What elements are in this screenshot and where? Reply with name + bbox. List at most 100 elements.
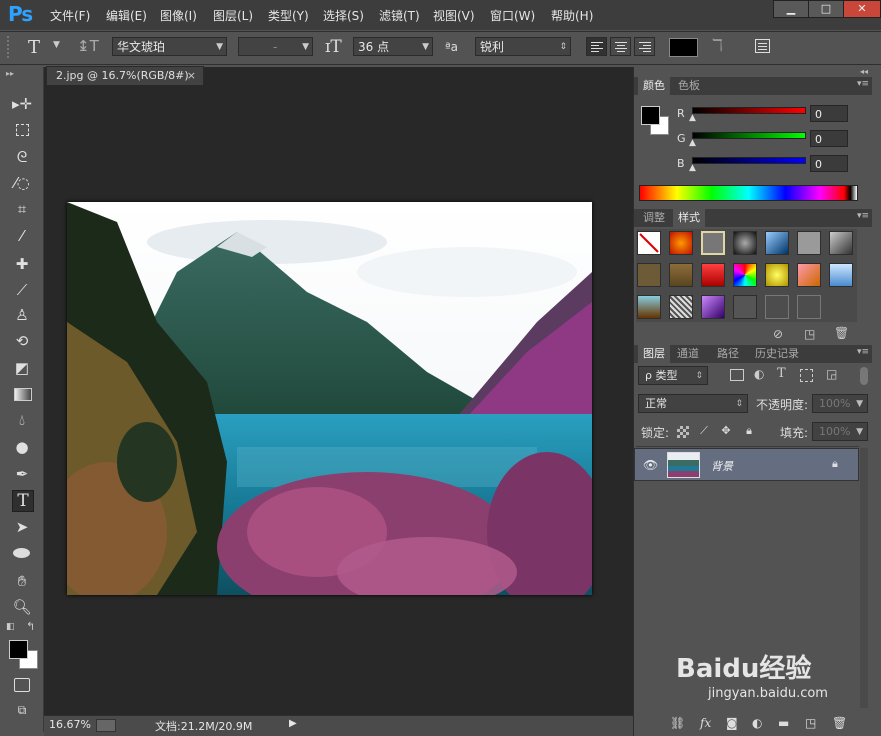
options-grip[interactable]	[7, 36, 13, 58]
dodge-tool-icon[interactable]: ●	[12, 437, 32, 457]
lock-pixels-icon[interactable]: ⟋	[698, 425, 710, 437]
menu-window[interactable]: 窗口(W)	[490, 7, 535, 24]
filter-smart-object-icon[interactable]: ◲	[826, 367, 837, 381]
style-swatch[interactable]	[797, 263, 821, 287]
style-swatch[interactable]	[829, 263, 853, 287]
style-swatch[interactable]	[637, 263, 661, 287]
menu-type[interactable]: 类型(Y)	[268, 7, 309, 24]
menu-select[interactable]: 选择(S)	[323, 7, 364, 24]
lock-position-icon[interactable]: ✥	[720, 425, 732, 437]
align-left-button[interactable]	[586, 37, 607, 56]
filter-adjustment-icon[interactable]: ◐	[754, 367, 764, 381]
gradient-tool-icon[interactable]	[12, 384, 32, 404]
type-tool-preset-icon[interactable]: T	[28, 37, 40, 58]
marquee-tool-icon[interactable]	[12, 120, 32, 140]
pen-tool-icon[interactable]: ✒︎	[12, 464, 32, 484]
quick-select-tool-icon[interactable]: ⁄◌	[12, 173, 32, 193]
toolbox-collapse-icon[interactable]: ▸▸	[6, 69, 14, 78]
channel-b-value[interactable]: 0	[810, 155, 848, 172]
channel-r-slider[interactable]	[692, 107, 806, 114]
layer-row-background[interactable]: 👁︎ 背景 🔒︎	[634, 448, 859, 481]
clone-stamp-tool-icon[interactable]: ♙	[12, 305, 32, 325]
style-swatch[interactable]	[733, 263, 757, 287]
layer-filter-select[interactable]: ρ 类型 ⇕	[638, 366, 708, 385]
menu-layer[interactable]: 图层(L)	[213, 7, 253, 24]
group-folder-icon[interactable]: ▬	[778, 716, 789, 730]
text-color-swatch[interactable]	[669, 38, 698, 57]
clear-style-icon[interactable]: ⊘	[773, 327, 783, 341]
status-preview-icon[interactable]	[96, 719, 116, 732]
antialias-select[interactable]: 锐利 ⇕	[475, 37, 571, 56]
channel-g-slider[interactable]	[692, 132, 806, 139]
panel-menu-icon[interactable]: ▾≡	[857, 211, 869, 221]
style-swatch[interactable]	[733, 231, 757, 255]
align-center-button[interactable]	[610, 37, 631, 56]
style-swatch[interactable]	[669, 263, 693, 287]
fill-field[interactable]: 100% ▼	[812, 422, 868, 441]
style-swatch[interactable]	[765, 295, 789, 319]
warp-text-icon[interactable]: ℸ	[712, 36, 723, 56]
history-brush-tool-icon[interactable]: ⟲	[12, 331, 32, 351]
channel-r-value[interactable]: 0	[810, 105, 848, 122]
maximize-button[interactable]: □	[808, 0, 844, 18]
layer-thumbnail[interactable]	[667, 452, 700, 478]
screen-mode-icon[interactable]: ⧉	[12, 700, 32, 720]
panel-menu-icon[interactable]: ▾≡	[857, 347, 869, 357]
filter-type-icon[interactable]: T	[777, 366, 786, 381]
canvas-image[interactable]	[67, 202, 592, 595]
layer-fx-icon[interactable]: fx	[700, 716, 711, 730]
style-swatch[interactable]	[701, 263, 725, 287]
document-tab[interactable]: 2.jpg @ 16.7%(RGB/8#) ×	[46, 66, 204, 85]
blend-mode-select[interactable]: 正常 ⇕	[638, 394, 748, 413]
hand-tool-icon[interactable]: ✋︎	[12, 571, 32, 591]
layer-visibility-eye-icon[interactable]: 👁︎	[643, 458, 658, 472]
channel-g-value[interactable]: 0	[810, 130, 848, 147]
menu-edit[interactable]: 编辑(E)	[106, 7, 147, 24]
style-swatch[interactable]	[797, 231, 821, 255]
style-swatch[interactable]	[701, 231, 725, 255]
channel-b-slider[interactable]	[692, 157, 806, 164]
color-spectrum-ramp[interactable]	[639, 185, 858, 201]
tab-close-icon[interactable]: ×	[187, 67, 196, 85]
quick-mask-icon[interactable]	[12, 675, 32, 695]
filter-toggle[interactable]	[860, 367, 868, 385]
opacity-field[interactable]: 100% ▼	[812, 394, 868, 413]
tab-color[interactable]: 颜色	[638, 77, 670, 95]
menu-view[interactable]: 视图(V)	[433, 7, 475, 24]
status-menu-arrow-icon[interactable]: ▶	[289, 718, 297, 729]
lock-transparent-icon[interactable]	[677, 426, 689, 438]
adjustment-layer-icon[interactable]: ◐	[752, 716, 762, 730]
path-selection-tool-icon[interactable]: ➤	[12, 517, 32, 537]
crop-tool-icon[interactable]: ⌗	[12, 199, 32, 219]
tab-history[interactable]: 历史记录	[750, 345, 804, 363]
new-style-icon[interactable]: ◳	[804, 327, 815, 341]
eyedropper-tool-icon[interactable]: ⁄	[12, 226, 32, 246]
layer-name[interactable]: 背景	[711, 458, 733, 474]
slider-handle-icon[interactable]: ▲	[689, 163, 696, 173]
zoom-level[interactable]: 16.67%	[49, 718, 91, 731]
trash-icon[interactable]: 🗑︎	[834, 326, 849, 340]
style-swatch[interactable]	[797, 295, 821, 319]
lasso-tool-icon[interactable]: ᘓ	[12, 147, 32, 167]
tab-channels[interactable]: 通道	[672, 345, 704, 363]
font-size-select[interactable]: 36 点 ▼	[353, 37, 433, 56]
align-right-button[interactable]	[634, 37, 655, 56]
swap-colors-icon[interactable]: ↰	[26, 620, 35, 633]
tab-layers[interactable]: 图层	[638, 345, 670, 363]
menu-filter[interactable]: 滤镜(T)	[379, 7, 420, 24]
slider-handle-icon[interactable]: ▲	[689, 113, 696, 123]
style-swatch[interactable]	[701, 295, 725, 319]
move-tool-icon[interactable]: ▸✛	[12, 94, 32, 114]
tab-adjustments[interactable]: 调整	[638, 209, 670, 227]
lock-all-icon[interactable]: 🔒︎	[743, 425, 755, 437]
character-panel-icon[interactable]	[755, 39, 770, 53]
foreground-color-swatch[interactable]	[9, 640, 28, 659]
tab-paths[interactable]: 路径	[712, 345, 744, 363]
slider-handle-icon[interactable]: ▲	[689, 138, 696, 148]
minimize-button[interactable]: ▁	[773, 0, 809, 18]
style-swatch[interactable]	[733, 295, 757, 319]
menu-help[interactable]: 帮助(H)	[551, 7, 593, 24]
zoom-tool-icon[interactable]: 🔍︎	[12, 597, 32, 617]
link-layers-icon[interactable]: ⛓︎	[670, 716, 685, 730]
style-swatch[interactable]	[829, 231, 853, 255]
